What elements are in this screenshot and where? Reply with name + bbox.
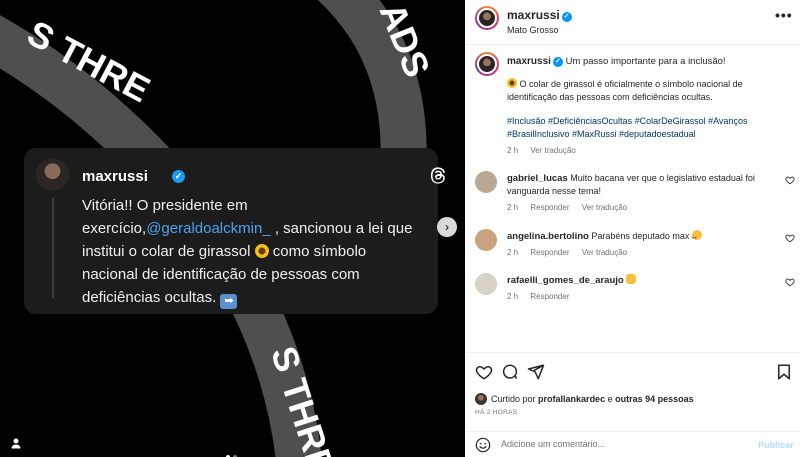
post-details-panel: maxrussi ✓ Mato Grosso ••• maxrussi ✓ Um p… — [465, 0, 800, 457]
caption-meta: 2 h Ver tradução — [507, 146, 586, 155]
card-body-text: Vitória!! O presidente em exercício,@ger… — [82, 194, 422, 309]
reply-button[interactable]: Responder — [530, 203, 569, 212]
share-paper-plane-icon[interactable] — [527, 363, 545, 381]
liked-by-and: e — [607, 394, 613, 404]
sunflower-emoji-icon — [254, 244, 269, 258]
comment-time[interactable]: 2 h — [507, 203, 518, 212]
comment-time[interactable]: 2 h — [507, 248, 518, 257]
threads-post-card: maxrussi ✓ Vitória!! O presidente em exe… — [24, 148, 446, 314]
post-header: maxrussi ✓ Mato Grosso ••• — [465, 0, 800, 45]
liked-by-prefix: Curtido por — [491, 394, 536, 404]
comment-text: Parabéns deputado max — [591, 231, 690, 241]
see-translation-link[interactable]: Ver tradução — [530, 146, 575, 155]
heart-eyes-emoji-icon — [691, 230, 702, 244]
avatar — [475, 393, 487, 405]
carousel-dots — [226, 446, 240, 457]
avatar[interactable] — [475, 52, 499, 76]
comment-meta: 2 h Responder Ver tradução — [507, 248, 637, 257]
see-translation-link[interactable]: Ver tradução — [582, 248, 627, 257]
header-username[interactable]: maxrussi — [507, 8, 560, 22]
verified-badge-icon: ✓ — [561, 12, 572, 22]
verified-badge-icon: ✓ — [552, 57, 563, 67]
comment-time[interactable]: 2 h — [507, 292, 518, 301]
see-translation-link[interactable]: Ver tradução — [582, 203, 627, 212]
add-comment-bar: Publicar — [465, 431, 800, 457]
comment-item: rafaelli_gomes_de_araujo 2 h Responder — [465, 273, 800, 313]
reply-button[interactable]: Responder — [530, 248, 569, 257]
arrow-right-emoji-icon: ➡ — [220, 294, 238, 309]
post-time-ago[interactable]: HÁ 2 HORAS — [475, 409, 517, 416]
verified-badge-icon: ✓ — [172, 170, 185, 183]
card-username: maxrussi — [82, 168, 148, 185]
caption-headline-row: maxrussi ✓ Um passo importante para a inc… — [507, 56, 726, 67]
liked-by-row: Curtido por profallankardec e outras 94 … — [475, 393, 694, 405]
caption-hashtags[interactable]: #Inclusão #DeficiênciasOcultas #ColarDeG… — [507, 115, 792, 141]
reply-button[interactable]: Responder — [530, 292, 569, 301]
comment-text-row: gabriel_lucas Muito bacana ver que o leg… — [507, 172, 772, 198]
sunflower-emoji-icon — [507, 78, 517, 88]
publish-comment-button[interactable]: Publicar — [758, 440, 794, 450]
more-options-button[interactable]: ••• — [775, 7, 793, 23]
save-bookmark-icon[interactable] — [775, 363, 793, 381]
avatar[interactable] — [475, 171, 497, 193]
threads-logo-icon — [430, 167, 446, 184]
comment-meta: 2 h Responder — [507, 292, 580, 301]
comment-meta: 2 h Responder Ver tradução — [507, 203, 637, 212]
tagged-user-icon[interactable] — [10, 437, 22, 449]
mention-link[interactable]: @geraldoalckmin_ — [146, 220, 270, 237]
comment-username[interactable]: gabriel_lucas — [507, 173, 568, 184]
add-comment-input[interactable] — [501, 439, 741, 449]
avatar[interactable] — [475, 6, 499, 30]
emoji-smile-icon[interactable] — [475, 437, 491, 453]
comment-item: angelina.bertolino Parabéns deputado max… — [465, 229, 800, 269]
carousel-next-button[interactable]: › — [437, 217, 457, 237]
header-location[interactable]: Mato Grosso — [507, 25, 559, 35]
avatar[interactable] — [475, 229, 497, 251]
clapping-hands-emoji-icon — [626, 274, 637, 284]
like-comment-heart-icon[interactable] — [785, 175, 795, 185]
post-actions: Curtido por profallankardec e outras 94 … — [465, 352, 800, 457]
caption-username[interactable]: maxrussi — [507, 56, 551, 67]
avatar — [36, 158, 69, 191]
comment-item: gabriel_lucas Muito bacana ver que o leg… — [465, 171, 800, 212]
thread-line — [52, 198, 54, 298]
comment-text-row: rafaelli_gomes_de_araujo — [507, 274, 772, 287]
header-username-row: maxrussi ✓ — [507, 8, 572, 22]
post-media[interactable]: S THRE S THRE ADS maxrussi ✓ Vitória!! O… — [0, 0, 465, 457]
comment-text-row: angelina.bertolino Parabéns deputado max — [507, 230, 772, 244]
like-heart-icon[interactable] — [475, 363, 493, 381]
like-comment-heart-icon[interactable] — [785, 277, 795, 287]
comment-username[interactable]: rafaelli_gomes_de_araujo — [507, 275, 624, 286]
comment-username[interactable]: angelina.bertolino — [507, 231, 589, 242]
avatar[interactable] — [475, 273, 497, 295]
comment-bubble-icon[interactable] — [501, 363, 519, 381]
liked-by-user[interactable]: profallankardec — [538, 394, 605, 404]
like-comment-heart-icon[interactable] — [785, 233, 795, 243]
caption-paragraph-row: O colar de girassol é oficialmente o sím… — [507, 78, 792, 104]
caption-time[interactable]: 2 h — [507, 146, 518, 155]
caption-paragraph: O colar de girassol é oficialmente o sím… — [507, 79, 743, 102]
liked-by-others[interactable]: outras 94 pessoas — [615, 394, 694, 404]
caption-headline: Um passo importante para a inclusão! — [565, 56, 726, 67]
